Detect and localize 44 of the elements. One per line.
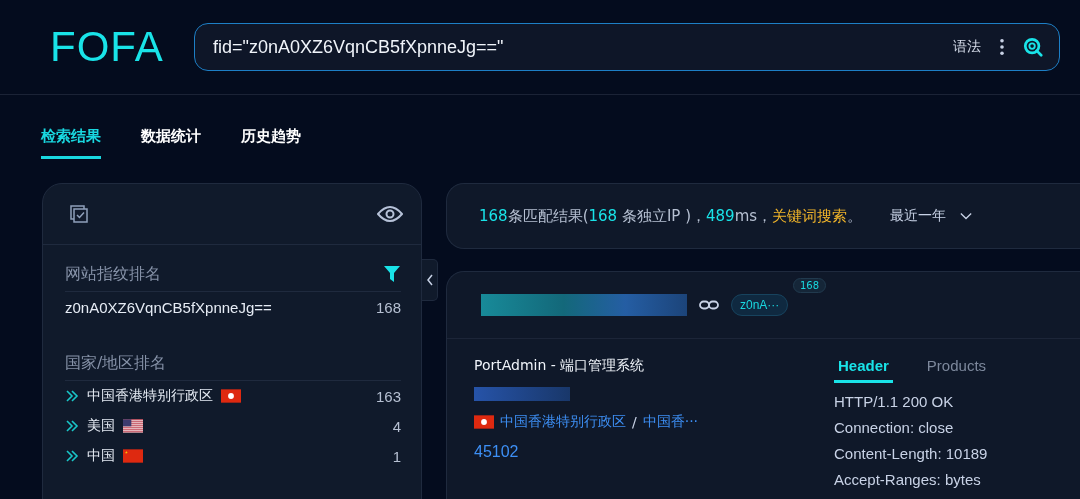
select-all-icon[interactable] [69, 204, 89, 224]
double-chevron-icon[interactable] [65, 419, 79, 433]
separator-text: / [632, 414, 637, 430]
section-title: 国家/地区排名 [65, 352, 167, 374]
collapse-button[interactable] [422, 259, 438, 301]
count-badge: 168 [793, 278, 827, 293]
count-text: 1 [392, 447, 401, 465]
tab[interactable]: 历史趋势 [241, 125, 301, 159]
country-link[interactable]: 美国 [87, 417, 115, 435]
search-icon[interactable] [1023, 37, 1043, 57]
fingerprint-tag[interactable]: z0nA··· [731, 294, 789, 316]
time-range-dropdown[interactable]: 最近一年 [886, 207, 977, 225]
syntax-link[interactable]: 语法 [953, 38, 981, 56]
count-text: 4 [392, 417, 401, 435]
count-text: 163 [375, 387, 401, 405]
country-link[interactable]: 中国香港特别行政区 [87, 387, 213, 405]
section-title: 网站指纹排名 [65, 263, 161, 285]
tab[interactable]: 检索结果 [41, 125, 101, 159]
header-line: HTTP/1.1 200 OK [834, 393, 955, 412]
header-line: Connection: close [834, 419, 955, 438]
fofa-logo[interactable]: FOFA [50, 23, 168, 71]
chevron-left-icon [425, 273, 434, 287]
search-field[interactable]: fid="z0nA0XZ6VqnCB5fXpnneJg==" 语法 [194, 23, 1060, 71]
tab[interactable]: Header [834, 357, 893, 383]
site-title: PortAdmin - 端口管理系统 [474, 357, 646, 375]
fingerprint-link[interactable]: z0nA0XZ6VqnCB5fXpnneJg== [65, 298, 376, 316]
caret-icon [960, 212, 973, 220]
region-link[interactable]: 中国香港特别行政区 [500, 413, 626, 431]
double-chevron-icon[interactable] [65, 389, 79, 403]
eye-icon[interactable] [377, 205, 403, 223]
asn-link[interactable]: 45102 [474, 443, 834, 461]
link-icon[interactable] [699, 300, 719, 310]
city-link[interactable]: 中国香··· [642, 413, 699, 431]
result-summary: 168条匹配结果(168 条独立IP )，489ms，关键词搜索。 [479, 206, 863, 226]
more-options-icon[interactable] [999, 38, 1005, 56]
tab[interactable]: 数据统计 [141, 125, 201, 159]
country-link[interactable]: 中国 [87, 447, 115, 465]
header-line: Content-Length: 10189 [834, 445, 989, 464]
count-text: 168 [375, 298, 401, 316]
double-chevron-icon[interactable] [65, 449, 79, 463]
filter-icon[interactable] [383, 265, 401, 283]
header-line: Accept-Ranges: bytes [834, 471, 982, 490]
tab[interactable]: Products [922, 357, 991, 383]
keyword-search-link[interactable]: 关键词搜索 [772, 206, 848, 225]
